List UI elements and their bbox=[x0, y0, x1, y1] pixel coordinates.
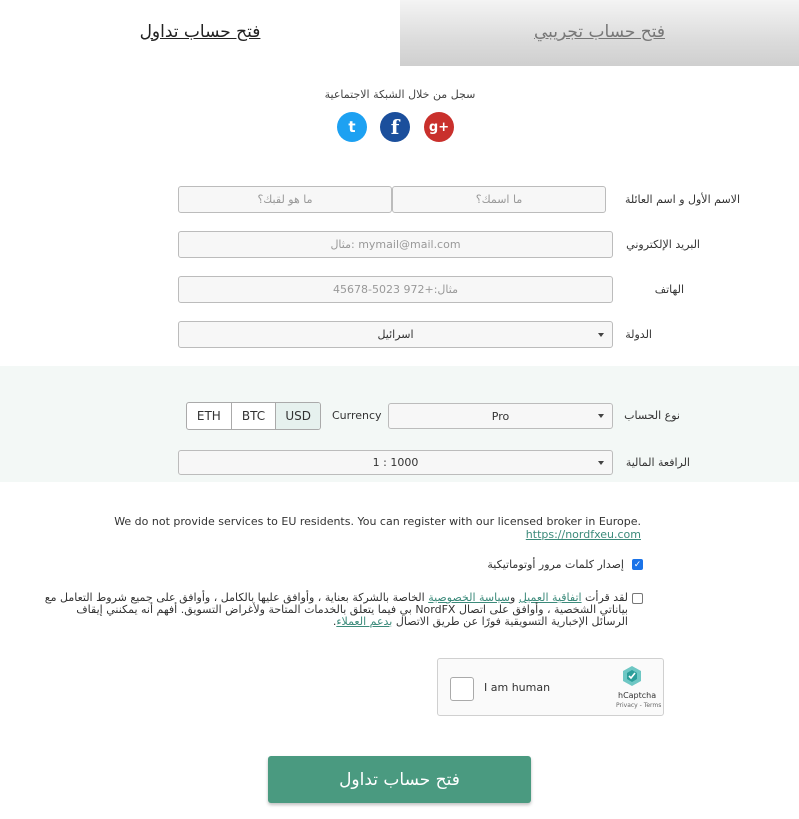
auto-password-label: إصدار كلمات مرور أوتوماتيكية bbox=[487, 558, 624, 571]
currency-option-usd[interactable]: USD bbox=[276, 403, 320, 429]
last-name-input[interactable]: ما هو لقبك؟ bbox=[178, 186, 392, 213]
email-input[interactable]: مثال: mymail@mail.com bbox=[178, 231, 613, 258]
currency-selector: ETH BTC USD bbox=[186, 402, 321, 430]
chevron-down-icon bbox=[598, 414, 604, 418]
tab-demo-account[interactable]: فتح حساب تجريبي bbox=[400, 0, 799, 66]
leverage-label: الرافعة المالية bbox=[625, 456, 690, 469]
currency-option-btc[interactable]: BTC bbox=[232, 403, 277, 429]
twitter-icon[interactable]: t bbox=[337, 112, 367, 142]
leverage-select[interactable]: 1 : 1000 bbox=[178, 450, 613, 475]
tab-real-account-label: فتح حساب تداول bbox=[139, 22, 261, 42]
account-type-select[interactable]: Pro bbox=[388, 403, 613, 429]
captcha-checkbox[interactable] bbox=[450, 677, 474, 701]
phone-label: الهاتف bbox=[654, 283, 684, 296]
terms-text: لقد قرأت اتفاقية العميل وسياسة الخصوصية … bbox=[40, 592, 628, 628]
eu-broker-link[interactable]: https://nordfxeu.com bbox=[526, 528, 641, 541]
eu-notice-text: We do not provide services to EU residen… bbox=[114, 515, 638, 528]
chevron-down-icon bbox=[598, 332, 604, 337]
account-type-value: Pro bbox=[491, 409, 510, 423]
captcha-links[interactable]: Privacy - Terms bbox=[616, 702, 661, 709]
leverage-value: 1 : 1000 bbox=[372, 456, 419, 469]
name-label: الاسم الأول و اسم العائلة bbox=[624, 193, 740, 206]
eu-notice: .We do not provide services to EU reside… bbox=[40, 515, 641, 541]
captcha-brand: hCaptcha bbox=[618, 691, 657, 700]
country-select[interactable]: اسرائيل bbox=[178, 321, 613, 348]
tab-real-account[interactable]: فتح حساب تداول bbox=[0, 0, 400, 42]
country-value: اسرائيل bbox=[377, 328, 414, 341]
terms-checkbox[interactable] bbox=[632, 593, 643, 604]
tab-demo-account-label: فتح حساب تجريبي bbox=[533, 22, 665, 42]
account-type-label: نوع الحساب bbox=[624, 409, 680, 422]
open-trading-account-button[interactable]: فتح حساب تداول bbox=[268, 756, 531, 803]
country-label: الدولة bbox=[625, 328, 652, 341]
first-name-input[interactable]: ما اسمك؟ bbox=[392, 186, 606, 213]
google-plus-icon[interactable]: g+ bbox=[424, 112, 454, 142]
hcaptcha-widget: I am human hCaptcha Privacy - Terms bbox=[437, 658, 664, 716]
currency-label: Currency bbox=[332, 409, 382, 422]
social-signup-title: سجل من خلال الشبكة الاجتماعية bbox=[324, 88, 476, 101]
auto-password-checkbox[interactable]: ✓ bbox=[632, 559, 643, 570]
hcaptcha-logo-icon bbox=[623, 666, 641, 686]
chevron-down-icon bbox=[598, 460, 604, 465]
eu-notice-end: . bbox=[637, 515, 642, 528]
currency-option-eth[interactable]: ETH bbox=[187, 403, 232, 429]
facebook-icon[interactable]: f bbox=[380, 112, 410, 142]
captcha-label: I am human bbox=[484, 681, 551, 694]
customer-support-link[interactable]: بدعم العملاء bbox=[336, 615, 392, 628]
phone-input[interactable]: مثال:+972 5023-45678 bbox=[178, 276, 613, 303]
email-label: البريد الإلكتروني bbox=[626, 238, 700, 251]
